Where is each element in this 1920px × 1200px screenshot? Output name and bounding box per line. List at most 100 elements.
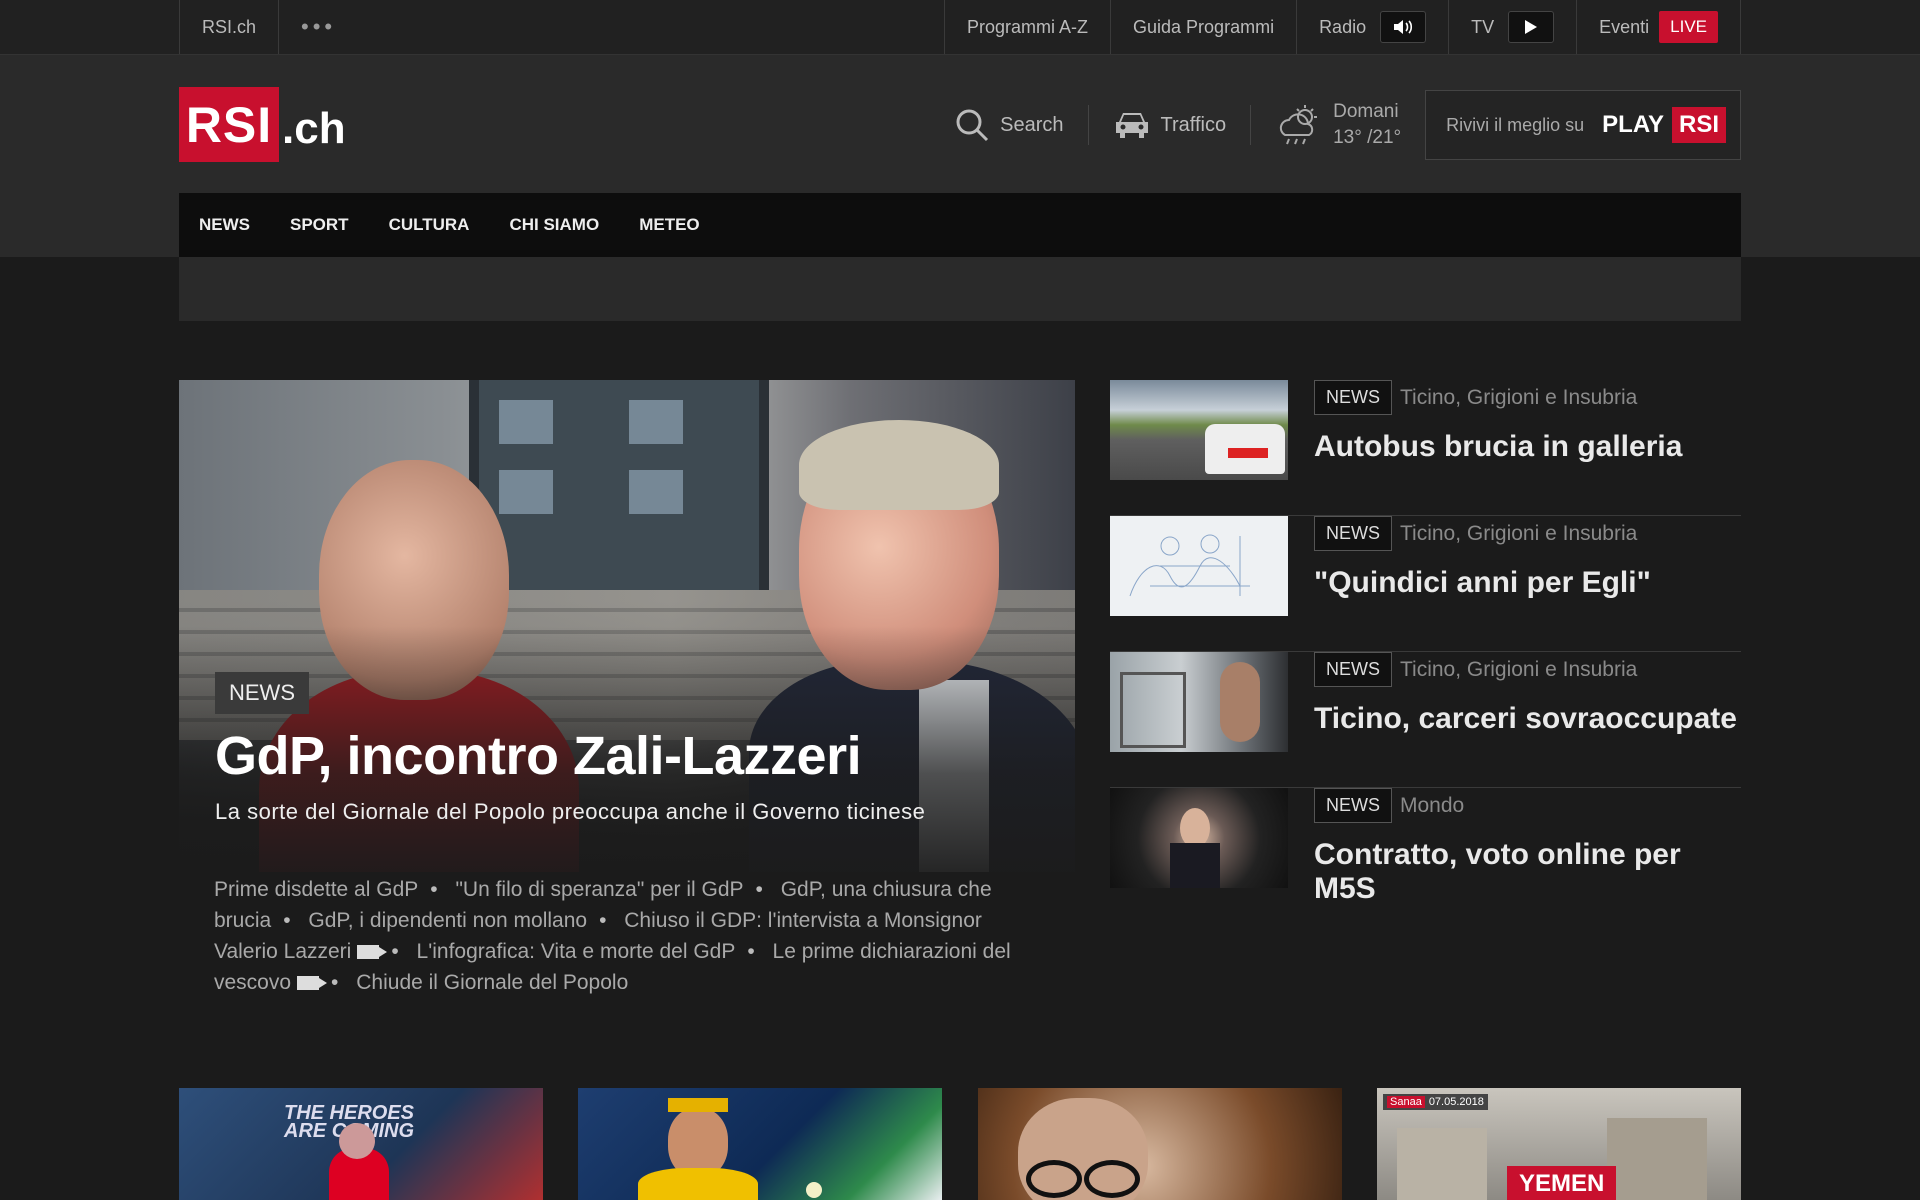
guida-programmi-link[interactable]: Guida Programmi (1110, 0, 1296, 54)
nav-item-meteo[interactable]: METEO (619, 215, 719, 235)
traffic-button[interactable]: Traffico (1089, 105, 1252, 145)
card-tennis[interactable] (578, 1088, 942, 1200)
weather-day: Domani (1333, 101, 1399, 122)
tv-link[interactable]: TV (1448, 0, 1576, 54)
traffic-label: Traffico (1160, 113, 1227, 136)
thumbnail-prison[interactable] (1110, 652, 1288, 752)
hero-related-links: Prime disdette al GdP • "Un filo di spera… (214, 874, 1034, 998)
eventi-label: Eventi (1599, 16, 1650, 37)
category-badge[interactable]: NEWS (1314, 380, 1392, 415)
thumbnail-bus-fire[interactable] (1110, 380, 1288, 480)
item-title[interactable]: Autobus brucia in galleria (1314, 430, 1682, 464)
category-badge[interactable]: NEWS (1314, 652, 1392, 687)
search-button[interactable]: Search (930, 105, 1089, 145)
more-dots-icon: ••• (301, 14, 337, 39)
item-meta: NEWS Mondo (1314, 788, 1464, 823)
thumbnail-crowd[interactable] (1110, 788, 1288, 888)
list-item[interactable]: NEWS Ticino, Grigioni e Insubria Autobus… (1110, 380, 1741, 516)
thumbnail-court-sketch[interactable] (1110, 516, 1288, 616)
tv-label: TV (1471, 16, 1495, 37)
bullet-separator: • (331, 971, 339, 994)
hero-article[interactable]: NEWS GdP, incontro Zali-Lazzeri La sorte… (179, 380, 1075, 872)
nav-item-sport[interactable]: SPORT (270, 215, 369, 235)
hero-category-tag[interactable]: NEWS (215, 672, 309, 714)
item-meta: NEWS Ticino, Grigioni e Insubria (1314, 652, 1637, 687)
car-icon (1115, 113, 1148, 138)
item-title[interactable]: Contratto, voto online per M5S (1314, 838, 1741, 906)
card-yemen[interactable]: Sanaa 07.05.2018 YEMEN (1377, 1088, 1741, 1200)
region-label[interactable]: Mondo (1400, 794, 1464, 818)
related-link[interactable]: L'infografica: Vita e morte del GdP (417, 940, 736, 963)
bullet-separator: • (599, 909, 607, 932)
search-label: Search (1000, 113, 1064, 136)
list-item[interactable]: NEWS Mondo Contratto, voto online per M5… (1110, 788, 1741, 923)
card4-stamp: Sanaa 07.05.2018 (1383, 1094, 1488, 1110)
weather-temp: 13° /21° (1333, 127, 1402, 148)
weather-text: Domani 13° /21° (1333, 99, 1401, 151)
home-link[interactable]: RSI.ch (179, 0, 278, 54)
main-nav: NEWS SPORT CULTURA CHI SIAMO METEO (179, 193, 1741, 257)
hero-title[interactable]: GdP, incontro Zali-Lazzeri (215, 725, 862, 787)
weather-widget[interactable]: Domani 13° /21° (1251, 101, 1425, 148)
bottom-cards-row: THE HEROES ARE COMING Sanaa 07.05.2018 YE… (179, 1088, 1741, 1200)
card-chef[interactable] (978, 1088, 1342, 1200)
guida-programmi-label: Guida Programmi (1133, 16, 1275, 37)
bullet-separator: • (391, 940, 399, 963)
item-title[interactable]: Ticino, carceri sovraoccupate (1314, 702, 1737, 736)
list-item[interactable]: NEWS Ticino, Grigioni e Insubria "Quindi… (1110, 516, 1741, 652)
more-menu-button[interactable]: ••• (278, 0, 358, 54)
ad-banner-placeholder (179, 257, 1741, 321)
live-badge: LIVE (1659, 11, 1718, 43)
play-rsi-promo[interactable]: Rivivi il meglio su PLAY RSI (1425, 90, 1741, 160)
region-label[interactable]: Ticino, Grigioni e Insubria (1400, 658, 1637, 682)
logo-box: RSI (179, 87, 279, 162)
top-bar-inner: RSI.ch ••• Programmi A-Z Guida Programmi… (179, 0, 1741, 54)
home-link-label: RSI.ch (202, 16, 257, 37)
item-meta: NEWS Ticino, Grigioni e Insubria (1314, 380, 1637, 415)
video-camera-icon (297, 976, 328, 991)
video-camera-icon (357, 945, 388, 960)
weather-cloud-sun-icon (1279, 105, 1318, 145)
card4-stamp-date: 07.05.2018 (1428, 1096, 1484, 1108)
bullet-separator: • (283, 909, 291, 932)
radio-link[interactable]: Radio (1296, 0, 1448, 54)
hero-subtitle: La sorte del Giornale del Popolo preoccu… (215, 799, 926, 824)
side-news-list: NEWS Ticino, Grigioni e Insubria Autobus… (1110, 380, 1741, 923)
card4-stamp-place: Sanaa (1387, 1096, 1425, 1108)
header: RSI .ch Search Traffico Domani 13° /21° … (0, 55, 1920, 193)
top-bar: RSI.ch ••• Programmi A-Z Guida Programmi… (0, 0, 1920, 55)
eventi-link[interactable]: Eventi LIVE (1576, 0, 1741, 54)
item-title[interactable]: "Quindici anni per Egli" (1314, 566, 1651, 600)
play-word: PLAY (1602, 111, 1664, 138)
related-link[interactable]: Chiude il Giornale del Popolo (356, 971, 628, 994)
top-bar-spacer (358, 0, 944, 54)
radio-label: Radio (1319, 16, 1367, 37)
bullet-separator: • (755, 878, 763, 901)
card4-label: YEMEN (1507, 1166, 1617, 1200)
rsi-logo[interactable]: RSI .ch (179, 87, 346, 162)
nav-wrap: NEWS SPORT CULTURA CHI SIAMO METEO (0, 193, 1920, 257)
item-meta: NEWS Ticino, Grigioni e Insubria (1314, 516, 1637, 551)
nav-item-chi-siamo[interactable]: CHI SIAMO (489, 215, 619, 235)
logo-suffix: .ch (282, 104, 346, 153)
category-badge[interactable]: NEWS (1314, 516, 1392, 551)
play-promo-text: Rivivi il meglio su (1446, 114, 1585, 135)
bullet-separator: • (430, 878, 438, 901)
region-label[interactable]: Ticino, Grigioni e Insubria (1400, 522, 1637, 546)
search-icon (956, 109, 989, 142)
nav-item-cultura[interactable]: CULTURA (369, 215, 490, 235)
list-item[interactable]: NEWS Ticino, Grigioni e Insubria Ticino,… (1110, 652, 1741, 788)
header-tools: Search Traffico Domani 13° /21° Rivivi i… (930, 90, 1741, 160)
region-label[interactable]: Ticino, Grigioni e Insubria (1400, 386, 1637, 410)
category-badge[interactable]: NEWS (1314, 788, 1392, 823)
related-link[interactable]: "Un filo di speranza" per il GdP (455, 878, 743, 901)
programmi-az-label: Programmi A-Z (966, 16, 1089, 37)
programmi-az-link[interactable]: Programmi A-Z (943, 0, 1110, 54)
speaker-icon (1380, 11, 1427, 43)
play-rsi-box: RSI (1671, 107, 1726, 143)
related-link[interactable]: GdP, i dipendenti non mollano (308, 909, 587, 932)
nav-item-news[interactable]: NEWS (179, 215, 270, 235)
card-heroes[interactable]: THE HEROES ARE COMING (179, 1088, 543, 1200)
play-icon (1508, 11, 1555, 43)
related-link[interactable]: Prime disdette al GdP (214, 878, 418, 901)
